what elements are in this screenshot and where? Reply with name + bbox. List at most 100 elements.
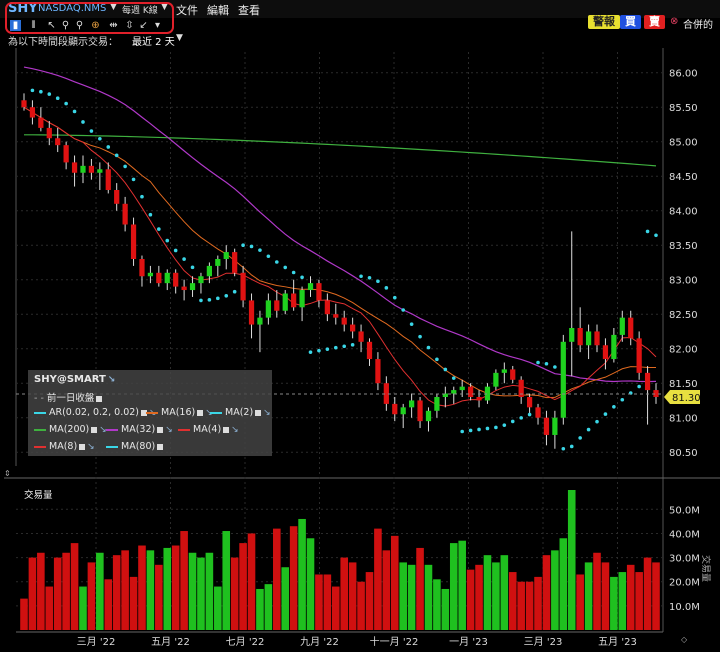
checkbox-icon[interactable] <box>197 409 204 416</box>
candle-body <box>400 407 406 415</box>
legend-label: MA(4) <box>193 424 222 435</box>
checkbox-icon[interactable] <box>223 426 230 433</box>
price-tick-label: 85.50 <box>669 103 698 114</box>
sar-dot <box>519 416 523 420</box>
checkbox-icon[interactable] <box>96 395 103 402</box>
price-tick-label: 81.00 <box>669 414 698 425</box>
line-swatch-icon <box>34 428 46 431</box>
ma32-path <box>23 66 657 383</box>
volume-bar <box>239 543 247 630</box>
candle-body <box>316 283 322 301</box>
sar-dot <box>350 343 355 347</box>
volume-bar <box>104 579 113 630</box>
sar-dot <box>291 270 296 275</box>
time-tick-label: 五月 '22 <box>151 636 190 648</box>
volume-bar <box>593 552 601 630</box>
candle-body <box>232 252 238 273</box>
sar-dot <box>527 412 532 417</box>
candle-body <box>375 359 381 384</box>
checkbox-icon[interactable] <box>79 443 86 450</box>
sar-dot <box>123 164 127 169</box>
volume-tick-label: 50.0M <box>669 505 700 516</box>
candle-body <box>189 283 196 291</box>
candle-body <box>173 272 179 287</box>
volume-bar <box>171 545 180 630</box>
candle-body <box>636 338 642 373</box>
candle-body <box>139 259 145 277</box>
legend-item-ma16: MA(16) ↘ <box>146 407 213 418</box>
volume-bar <box>222 531 231 630</box>
legend-item-ma80: MA(80) <box>106 441 164 452</box>
sar-dot <box>435 357 439 362</box>
sar-dot <box>207 298 212 302</box>
line-swatch-icon <box>34 411 46 414</box>
legend-label: MA(16) <box>161 407 196 418</box>
volume-bar <box>45 586 54 630</box>
sar-dot <box>510 419 515 424</box>
settings-arrow-icon[interactable]: ↘ <box>263 408 271 418</box>
volume-bar <box>601 562 610 630</box>
volume-bar <box>20 598 28 630</box>
candle-body <box>644 372 651 391</box>
sar-dot <box>173 248 178 253</box>
settings-arrow-icon[interactable]: ↘ <box>87 442 95 452</box>
volume-bar <box>407 564 416 630</box>
volume-bar <box>652 562 660 630</box>
time-tick-label: 九月 '22 <box>300 636 339 648</box>
settings-arrow-icon[interactable]: ↘ <box>165 425 173 435</box>
checkbox-icon[interactable] <box>157 426 164 433</box>
candle-body <box>257 317 263 325</box>
panel-resize-icon[interactable]: ⇕ <box>4 469 11 478</box>
checkbox-icon[interactable] <box>91 426 98 433</box>
sar-dot <box>308 350 313 354</box>
candle-body <box>585 331 592 346</box>
sar-dot <box>367 275 372 280</box>
chart-area[interactable]: 86.00 85.50 85.00 84.50 84.00 83.50 83.00 82.50… <box>0 0 720 652</box>
sar-dot <box>654 233 658 238</box>
volume-bar <box>163 547 172 630</box>
legend-label: MA(200) <box>49 424 90 435</box>
volume-bar <box>508 572 517 630</box>
sar-dot <box>595 419 599 424</box>
candle-body <box>248 300 255 325</box>
indicator-legend[interactable]: SHY@SMART ↘ - - 前一日收盤 AR(0.02, 0.2, 0.02)… <box>28 370 272 456</box>
price-tick-label: 84.00 <box>669 207 698 218</box>
legend-title-arrow-icon[interactable]: ↘ <box>108 375 116 385</box>
candle-body <box>265 300 271 318</box>
price-tick-label: 86.00 <box>669 69 698 80</box>
candle-body <box>493 372 499 387</box>
ma200-line <box>23 134 657 167</box>
volume-bar <box>542 555 551 630</box>
sar-dot <box>637 384 641 389</box>
candle-body <box>543 417 550 435</box>
candle-body <box>358 331 364 342</box>
time-tick-label: 五月 '23 <box>598 636 637 648</box>
candle-body <box>299 290 305 308</box>
sar-dot <box>645 229 650 234</box>
volume-bar <box>500 555 509 630</box>
sar-dot <box>39 89 43 94</box>
candle-body <box>114 190 120 204</box>
volume-bar <box>584 562 593 630</box>
volume-bar <box>273 528 281 630</box>
sar-dot <box>485 426 490 431</box>
collapse-icon[interactable]: ◇ <box>681 635 688 644</box>
candle-body <box>526 397 533 408</box>
volume-bar <box>610 576 618 630</box>
sar-dot <box>89 129 94 133</box>
candle-body <box>366 341 373 360</box>
candle-body <box>130 224 137 259</box>
checkbox-icon[interactable] <box>255 409 262 416</box>
candle-body <box>324 300 330 315</box>
checkbox-icon[interactable] <box>157 443 164 450</box>
sar-dot <box>502 423 507 427</box>
volume-bar <box>62 552 70 630</box>
legend-label: MA(2) <box>225 407 254 418</box>
candle-body <box>291 293 297 308</box>
candle-body <box>333 314 339 318</box>
legend-item-ma2: MA(2) ↘ <box>210 407 271 418</box>
candle-body <box>459 386 465 391</box>
settings-arrow-icon[interactable]: ↘ <box>231 425 239 435</box>
sar-dot <box>81 120 85 124</box>
time-tick-label: 十一月 '22 <box>370 635 419 648</box>
